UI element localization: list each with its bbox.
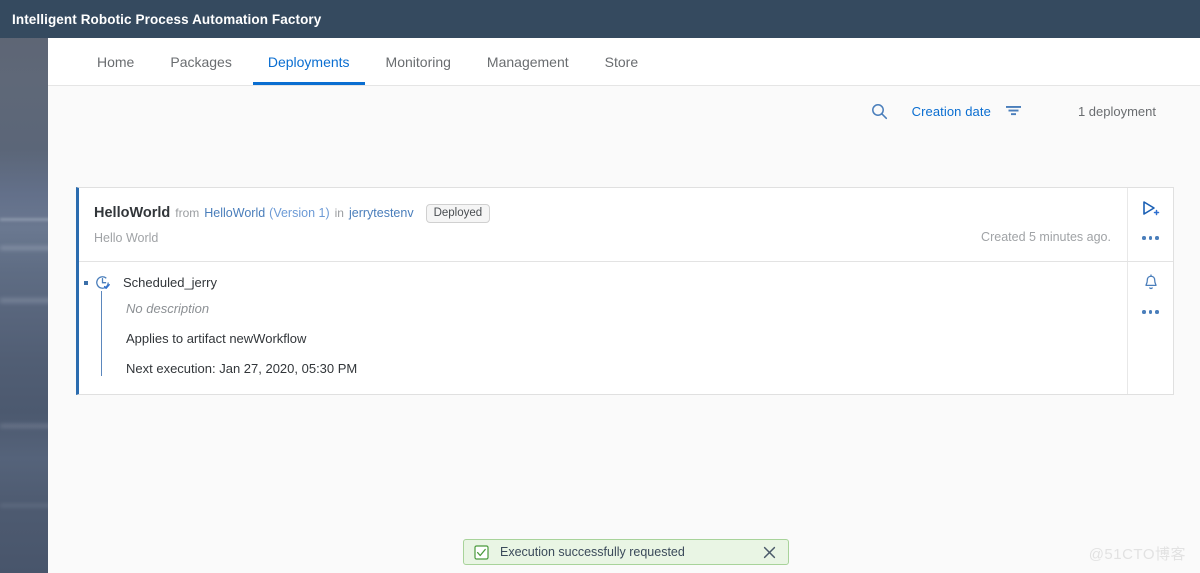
deployment-count-label: 1 deployment [1077, 103, 1156, 119]
tab-packages[interactable]: Packages [152, 38, 249, 85]
tab-label: Home [97, 53, 135, 70]
tab-home[interactable]: Home [79, 38, 152, 85]
deployment-name: HelloWorld [94, 205, 171, 221]
tab-label: Deployments [267, 53, 350, 70]
search-icon[interactable] [871, 103, 888, 120]
deployment-environment-link[interactable]: jerrytestenv [349, 205, 414, 222]
deployment-package-link[interactable]: HelloWorld [204, 205, 265, 222]
schedule-no-description: No description [126, 301, 210, 316]
checkbox-success-icon [474, 544, 489, 560]
overflow-menu-icon[interactable] [1142, 232, 1159, 244]
status-badge: Deployed [425, 204, 491, 223]
deployment-summary: HelloWorld from HelloWorld (Version 1) i… [79, 188, 981, 261]
watermark: @51CTO博客 [1088, 546, 1186, 563]
overflow-menu-icon[interactable] [1142, 306, 1159, 318]
filter-icon[interactable] [1005, 104, 1022, 118]
run-play-add-icon[interactable] [1141, 200, 1161, 218]
schedule-main: Scheduled_jerry No description Applies t… [79, 262, 1127, 394]
success-toast: Execution successfully requested [463, 539, 789, 565]
schedule-actions [1127, 262, 1173, 394]
schedule-next-execution: Next execution: Jan 27, 2020, 05:30 PM [126, 361, 358, 376]
sort-label: Creation date [911, 103, 991, 119]
tab-store[interactable]: Store [587, 38, 656, 85]
tab-label: Store [604, 53, 639, 70]
deployment-description: Hello World [94, 231, 159, 245]
main-navigation-tabs: Home Packages Deployments Monitoring Man… [48, 38, 1200, 86]
deployment-header-row: HelloWorld from HelloWorld (Version 1) i… [79, 188, 1173, 261]
tab-label: Monitoring [385, 53, 451, 70]
schedule-name: Scheduled_jerry [123, 275, 217, 290]
deployment-title-line: HelloWorld from HelloWorld (Version 1) i… [94, 204, 981, 223]
close-icon[interactable] [761, 544, 778, 561]
deployment-actions [1127, 188, 1173, 261]
schedule-header: Scheduled_jerry [79, 274, 1127, 291]
schedule-applies-to: Applies to artifact newWorkflow [126, 331, 307, 346]
deployment-in-label: in [334, 206, 344, 220]
sort-by-creation-date-button[interactable]: Creation date [912, 104, 991, 119]
tab-management[interactable]: Management [469, 38, 587, 85]
tab-label: Packages [170, 53, 232, 70]
app-window: Home Packages Deployments Monitoring Man… [48, 38, 1200, 573]
schedule-details: Scheduled_jerry No description Applies t… [79, 262, 1127, 394]
schedule-bullet [84, 280, 88, 285]
deployment-version-link[interactable]: (Version 1) [269, 205, 329, 222]
app-header: Intelligent Robotic Process Automation F… [0, 0, 1200, 38]
list-toolbar: Creation date 1 deployment [48, 86, 1200, 136]
content-area: Creation date 1 deployment HelloWorld fr… [48, 86, 1200, 573]
deployment-from-label: from [175, 206, 200, 220]
bell-icon[interactable] [1142, 274, 1160, 292]
tab-deployments[interactable]: Deployments [250, 38, 368, 85]
tab-label: Management [486, 53, 569, 70]
app-title: Intelligent Robotic Process Automation F… [12, 11, 322, 27]
deployment-card: HelloWorld from HelloWorld (Version 1) i… [76, 187, 1174, 395]
schedule-detail-list: No description Applies to artifact newWo… [101, 291, 1127, 376]
deployment-created-timestamp: Created 5 minutes ago. [981, 230, 1111, 244]
clock-schedule-icon [94, 274, 111, 291]
toast-message: Execution successfully requested [500, 545, 685, 559]
deployment-header-main: HelloWorld from HelloWorld (Version 1) i… [79, 188, 1127, 261]
schedule-row: Scheduled_jerry No description Applies t… [79, 262, 1173, 394]
tab-monitoring[interactable]: Monitoring [368, 38, 469, 85]
